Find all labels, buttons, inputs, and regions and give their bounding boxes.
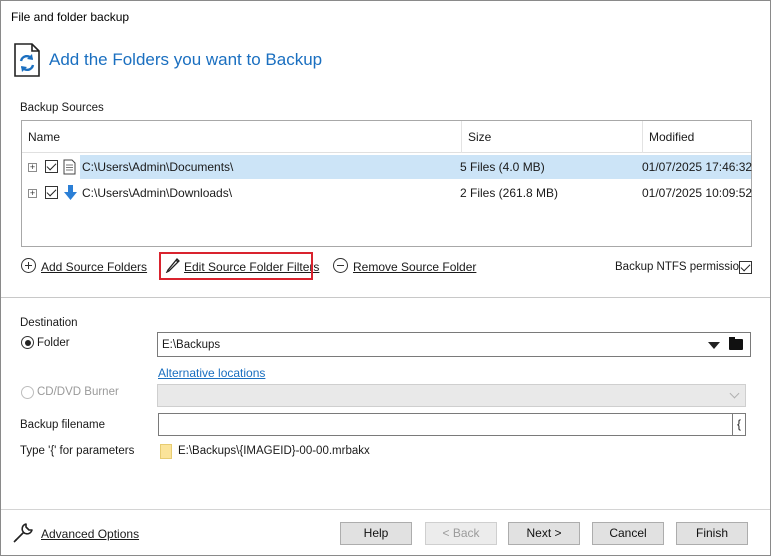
add-circle-icon (21, 258, 36, 273)
wrench-icon[interactable] (11, 521, 35, 545)
source-checkbox-documents[interactable] (45, 160, 58, 173)
source-path: C:\Users\Admin\Documents\ (82, 160, 234, 174)
expand-toggle[interactable]: + (28, 163, 37, 172)
column-header-name[interactable]: Name (22, 121, 461, 153)
folder-radio[interactable] (21, 336, 34, 349)
add-source-folders-label: Add Source Folders (41, 260, 148, 274)
alternative-locations-link[interactable]: Alternative locations (158, 366, 265, 380)
next-button[interactable]: Next > (508, 522, 580, 545)
remove-source-folder-button[interactable]: Remove Source Folder (333, 257, 476, 277)
source-path: C:\Users\Admin\Downloads\ (82, 186, 233, 200)
backup-filename-label: Backup filename (20, 419, 106, 431)
remove-circle-icon (333, 258, 348, 273)
advanced-options-link[interactable]: Advanced Options (41, 527, 139, 541)
folder-radio-label[interactable]: Folder (37, 337, 70, 349)
source-checkbox-downloads[interactable] (45, 186, 58, 199)
section-divider (1, 297, 770, 298)
source-size: 5 Files (4.0 MB) (460, 160, 545, 174)
list-header: Name Size Modified (22, 121, 751, 153)
ntfs-permissions-checkbox[interactable] (739, 261, 752, 274)
chevron-down-icon (729, 388, 740, 399)
back-button: < Back (425, 522, 497, 545)
destination-folder-combo[interactable]: E:\Backups (157, 332, 751, 357)
cd-dvd-combo (157, 384, 746, 407)
page-title: Add the Folders you want to Backup (49, 50, 323, 69)
backup-dialog: File and folder backup Add the Folders y… (0, 0, 771, 556)
dropdown-arrow-icon[interactable] (708, 342, 720, 349)
parameter-hint: Type '{' for parameters (20, 445, 135, 457)
source-modified: 01/07/2025 10:09:52 (642, 186, 753, 200)
ntfs-permissions-label: Backup NTFS permissions (615, 261, 752, 273)
column-header-modified[interactable]: Modified (642, 121, 751, 153)
window-title: File and folder backup (11, 10, 130, 24)
cd-dvd-label: CD/DVD Burner (37, 386, 119, 398)
destination-label: Destination (20, 317, 78, 329)
backup-sources-label: Backup Sources (20, 102, 104, 114)
expand-toggle[interactable]: + (28, 189, 37, 198)
destination-folder-value: E:\Backups (162, 339, 221, 351)
help-button[interactable]: Help (340, 522, 412, 545)
document-icon (63, 159, 76, 175)
parameter-brace-button[interactable]: { (732, 413, 746, 436)
backup-path-preview: E:\Backups\{IMAGEID}-00-00.mrbakx (178, 445, 370, 457)
note-icon (160, 444, 172, 459)
remove-source-folder-label: Remove Source Folder (353, 260, 477, 274)
cancel-button[interactable]: Cancel (592, 522, 664, 545)
highlight-box (159, 252, 313, 280)
folder-icon[interactable] (729, 337, 743, 350)
column-header-size[interactable]: Size (461, 121, 642, 153)
source-row-documents[interactable]: + C:\Users\Admin\Documents\ 5 Files (4.0… (22, 155, 753, 179)
finish-button[interactable]: Finish (676, 522, 748, 545)
backup-filename-input[interactable] (158, 413, 733, 436)
source-modified: 01/07/2025 17:46:32 (642, 160, 753, 174)
footer-divider (1, 509, 770, 510)
download-arrow-icon (64, 185, 77, 200)
backup-sources-list[interactable]: Name Size Modified + C:\Users\Admin\Docu… (21, 120, 752, 247)
add-source-folders-button[interactable]: Add Source Folders (21, 257, 147, 277)
source-row-downloads[interactable]: + C:\Users\Admin\Downloads\ 2 Files (261… (22, 181, 753, 205)
source-size: 2 Files (261.8 MB) (460, 186, 559, 200)
backup-document-icon (14, 43, 40, 77)
cd-dvd-radio (21, 386, 34, 399)
